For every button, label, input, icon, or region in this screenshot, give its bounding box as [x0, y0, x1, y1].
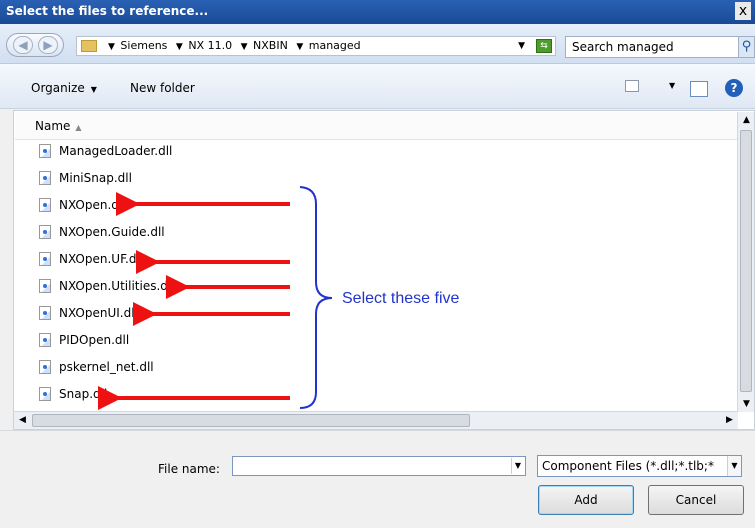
organize-label: Organize [31, 81, 85, 95]
dll-file-icon [39, 387, 51, 401]
dialog-footer: File name: ▼ Component Files (*.dll;*.tl… [0, 430, 755, 528]
scroll-right-icon[interactable]: ▶ [721, 413, 738, 428]
new-folder-button[interactable]: New folder [130, 81, 195, 95]
search-input[interactable]: Search managed [565, 36, 740, 58]
dll-file-icon [39, 252, 51, 266]
file-name: NXOpenUI.dll [59, 306, 138, 320]
chevron-down-icon: ▼ [90, 85, 97, 94]
preview-pane-icon[interactable] [690, 81, 708, 97]
list-item[interactable]: NXOpen.dll [39, 195, 126, 215]
add-button[interactable]: Add [538, 485, 634, 515]
breadcrumb-item[interactable]: Siemens [120, 39, 167, 52]
scroll-thumb[interactable] [32, 414, 470, 427]
vertical-scrollbar[interactable]: ▲ ▼ [737, 112, 754, 412]
list-item[interactable]: NXOpenUI.dll [39, 303, 138, 323]
title-bar: Select the files to reference... x [0, 0, 755, 24]
column-header: Name ▲ [15, 112, 739, 140]
list-item[interactable]: pskernel_net.dll [39, 357, 154, 377]
file-type-filter[interactable]: Component Files (*.dll;*.tlb;* ▼ [537, 455, 742, 477]
nav-buttons: ◀ ▶ [6, 33, 64, 57]
file-name: NXOpen.dll [59, 198, 126, 212]
file-list-pane: Name ▲ ManagedLoader.dll MiniSnap.dll NXO… [13, 110, 755, 430]
file-name: NXOpen.UF.dll [59, 252, 144, 266]
file-name: MiniSnap.dll [59, 171, 132, 185]
dll-file-icon [39, 144, 51, 158]
name-column-label: Name [35, 119, 71, 133]
dll-file-icon [39, 279, 51, 293]
help-icon[interactable]: ? [725, 79, 743, 97]
close-button[interactable]: x [735, 2, 751, 20]
file-name: ManagedLoader.dll [59, 144, 173, 158]
forward-arrow-icon[interactable]: ▶ [38, 36, 58, 54]
sort-ascending-icon: ▲ [75, 123, 82, 132]
chevron-down-icon[interactable]: ▼ [669, 81, 675, 90]
breadcrumb-item[interactable]: NXBIN [253, 39, 288, 52]
scroll-left-icon[interactable]: ◀ [14, 413, 31, 428]
chevron-down-icon[interactable]: ▼ [511, 458, 524, 474]
view-options-icon[interactable] [625, 80, 639, 92]
address-dropdown-icon[interactable]: ▼ [518, 37, 525, 55]
chevron-right-icon[interactable]: ▼ [176, 42, 183, 52]
file-name: pskernel_net.dll [59, 360, 154, 374]
list-item[interactable]: Snap.dll [39, 384, 107, 404]
dll-file-icon [39, 225, 51, 239]
command-toolbar: Organize ▼ New folder ▼ ? [0, 64, 755, 109]
chevron-right-icon[interactable]: ▼ [108, 42, 115, 52]
breadcrumb-item[interactable]: managed [309, 39, 361, 52]
dll-file-icon [39, 171, 51, 185]
file-name: PIDOpen.dll [59, 333, 130, 347]
search-icon[interactable]: ⚲ [738, 36, 755, 58]
address-row: ◀ ▶ ▼ Siemens ▼ NX 11.0 ▼ NXBIN ▼ manage… [0, 24, 755, 64]
file-name: NXOpen.Guide.dll [59, 225, 165, 239]
dll-file-icon [39, 333, 51, 347]
dll-file-icon [39, 306, 51, 320]
refresh-icon[interactable]: ⇆ [536, 39, 552, 53]
list-item[interactable]: MiniSnap.dll [39, 168, 132, 188]
organize-button[interactable]: Organize ▼ [31, 81, 97, 95]
list-item[interactable]: NXOpen.UF.dll [39, 249, 143, 269]
folder-icon [81, 40, 97, 52]
address-bar[interactable]: ▼ Siemens ▼ NX 11.0 ▼ NXBIN ▼ managed ▼ … [76, 36, 556, 56]
breadcrumb-item[interactable]: NX 11.0 [188, 39, 232, 52]
list-item[interactable]: NXOpen.Utilities.dll [39, 276, 175, 296]
list-item[interactable]: ManagedLoader.dll [39, 141, 172, 161]
scroll-up-icon[interactable]: ▲ [739, 112, 754, 128]
list-item[interactable]: NXOpen.Guide.dll [39, 222, 165, 242]
file-type-value: Component Files (*.dll;*.tlb;* [542, 459, 714, 473]
chevron-right-icon[interactable]: ▼ [296, 42, 303, 52]
file-name: NXOpen.Utilities.dll [59, 279, 175, 293]
scroll-thumb[interactable] [740, 130, 752, 392]
horizontal-scrollbar[interactable]: ◀ ▶ [14, 411, 738, 429]
cancel-button[interactable]: Cancel [648, 485, 744, 515]
breadcrumb: ▼ Siemens ▼ NX 11.0 ▼ NXBIN ▼ managed [105, 37, 363, 56]
chevron-right-icon[interactable]: ▼ [241, 42, 248, 52]
file-name: Snap.dll [59, 387, 108, 401]
file-name-label: File name: [158, 462, 220, 476]
dll-file-icon [39, 360, 51, 374]
back-arrow-icon[interactable]: ◀ [13, 36, 33, 54]
window-title: Select the files to reference... [6, 4, 209, 18]
file-name-field[interactable] [232, 456, 526, 476]
chevron-down-icon[interactable]: ▼ [727, 456, 741, 476]
list-item[interactable]: PIDOpen.dll [39, 330, 129, 350]
dll-file-icon [39, 198, 51, 212]
scroll-down-icon[interactable]: ▼ [739, 396, 754, 412]
name-column-header[interactable]: Name ▲ [35, 119, 82, 133]
